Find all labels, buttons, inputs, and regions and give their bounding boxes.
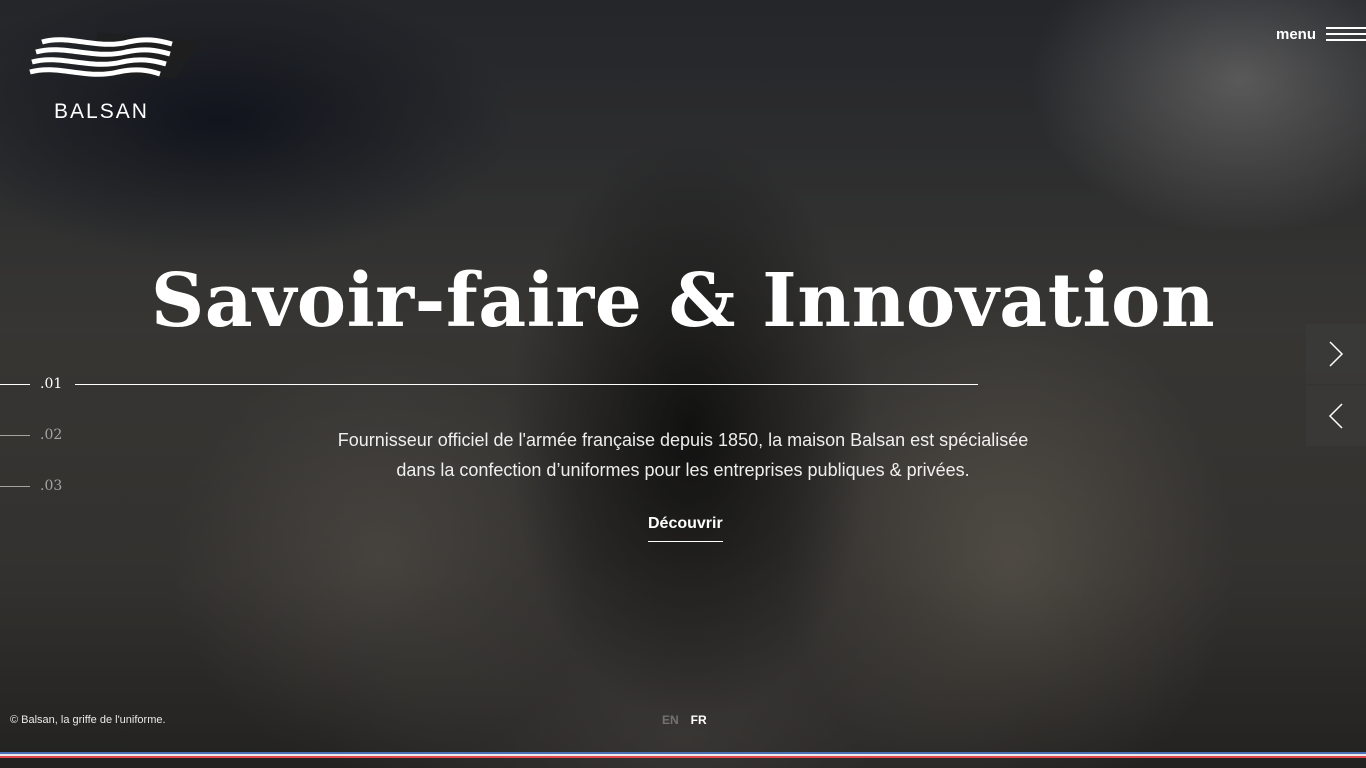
slide-indicator-03[interactable]: .03: [0, 474, 62, 498]
slide-tick: [0, 434, 30, 436]
previous-slide-button[interactable]: [1306, 386, 1366, 446]
slide-progress-line: [75, 384, 978, 385]
description-line: Fournisseur officiel de l'armée français…: [337, 430, 1029, 450]
language-switcher: EN FR: [662, 713, 707, 727]
language-en[interactable]: EN: [662, 713, 679, 727]
hamburger-icon: [1326, 27, 1366, 41]
flag-stripe-red: [0, 756, 1366, 758]
slide-number: .02: [40, 427, 63, 443]
slide-tick: [0, 383, 30, 385]
copyright-text: © Balsan, la griffe de l'uniforme.: [10, 714, 166, 726]
chevron-left-icon: [1328, 403, 1343, 429]
slide-indicator-02[interactable]: .02: [0, 423, 62, 447]
language-fr[interactable]: FR: [691, 713, 707, 727]
hero-description: Fournisseur officiel de l'armée français…: [283, 425, 1083, 485]
slide-number: .01: [40, 376, 63, 392]
balsan-logo[interactable]: BALSAN: [28, 28, 203, 128]
discover-link[interactable]: Découvrir: [648, 515, 723, 542]
slide-indicator-01[interactable]: .01: [0, 372, 62, 396]
wave-emblem-icon: [29, 32, 200, 78]
brand-name: BALSAN: [54, 100, 149, 123]
menu-button[interactable]: menu: [1276, 22, 1366, 46]
slide-tick: [0, 485, 30, 487]
description-line: dans la confection d’uniformes pour les …: [396, 460, 970, 480]
menu-label: menu: [1275, 25, 1316, 43]
next-slide-button[interactable]: [1306, 324, 1366, 384]
slide-number: .03: [40, 478, 63, 494]
hero-title: Savoir-faire & Innovation: [150, 258, 1216, 344]
chevron-right-icon: [1329, 341, 1344, 367]
